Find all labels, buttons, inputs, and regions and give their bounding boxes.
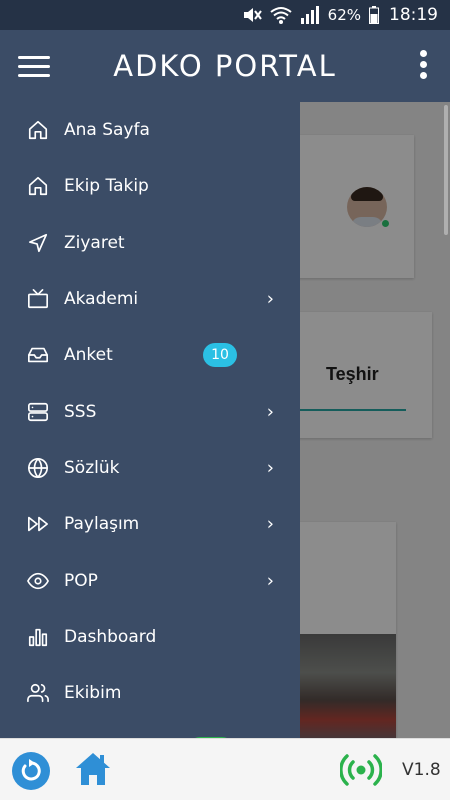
refresh-icon: [21, 759, 41, 781]
drawer-item-label: Ekibim: [64, 683, 122, 704]
inbox-icon: [26, 343, 50, 367]
drawer-item-ana-sayfa[interactable]: Ana Sayfa: [0, 102, 300, 158]
app-version: V1.8: [402, 760, 441, 780]
drawer-item-label: Ana Sayfa: [64, 120, 150, 141]
server-icon: [26, 400, 50, 424]
home-button[interactable]: [74, 751, 112, 787]
battery-percent: 62%: [327, 6, 361, 24]
wifi-icon: [270, 6, 292, 24]
drawer-item-label: Ekip Takip: [64, 176, 149, 197]
drawer-item-ekip-takip[interactable]: Ekip Takip: [0, 158, 300, 214]
drawer-item-partial[interactable]: [0, 721, 300, 738]
refresh-button[interactable]: [12, 752, 50, 790]
tv-icon: [26, 287, 50, 311]
navigation-icon: [26, 231, 50, 255]
more-options-icon[interactable]: [420, 50, 428, 80]
drawer-item-akademi[interactable]: Akademi ›: [0, 271, 300, 327]
signal-strength-icon: [300, 6, 320, 24]
drawer-item-label: SSS: [64, 401, 97, 422]
drawer-item-sozluk[interactable]: Sözlük ›: [0, 440, 300, 496]
chevron-right-icon: ›: [266, 570, 274, 592]
battery-icon: [369, 6, 379, 24]
notification-badge: 10: [203, 343, 237, 368]
app-header: ADKO PORTAL: [0, 30, 450, 102]
clock: 18:19: [389, 5, 438, 25]
app-title: ADKO PORTAL: [113, 49, 337, 83]
fast-forward-icon: [26, 512, 50, 536]
drawer-item-ekibim[interactable]: Ekibim: [0, 665, 300, 721]
eye-icon: [26, 569, 50, 593]
drawer-item-label: POP: [64, 570, 98, 591]
drawer-item-label: Dashboard: [64, 626, 157, 647]
drawer-item-label: Ziyaret: [64, 232, 125, 253]
chevron-right-icon: ›: [266, 288, 274, 310]
menu-icon[interactable]: [18, 56, 50, 78]
drawer-item-label: Anket: [64, 345, 113, 366]
home-icon: [26, 118, 50, 142]
bottom-bar: V1.8: [0, 738, 450, 800]
users-icon: [26, 681, 50, 705]
drawer-item-ziyaret[interactable]: Ziyaret: [0, 215, 300, 271]
drawer-item-label: Sözlük: [64, 457, 120, 478]
drawer-item-sss[interactable]: SSS ›: [0, 383, 300, 439]
chevron-right-icon: ›: [266, 401, 274, 423]
bar-chart-icon: [26, 625, 50, 649]
chevron-right-icon: ›: [266, 513, 274, 535]
navigation-drawer: Ana Sayfa Ekip Takip Ziyaret Akademi › A…: [0, 102, 300, 738]
home-icon: [76, 753, 110, 785]
drawer-item-anket[interactable]: Anket 10: [0, 327, 300, 383]
drawer-item-label: Akademi: [64, 289, 139, 310]
drawer-item-dashboard[interactable]: Dashboard: [0, 609, 300, 665]
drawer-item-label: Paylaşım: [64, 514, 140, 535]
connection-status-icon: [339, 753, 383, 787]
drawer-item-pop[interactable]: POP ›: [0, 552, 300, 608]
status-bar: 62% 18:19: [0, 0, 450, 30]
drawer-item-paylasim[interactable]: Paylaşım ›: [0, 496, 300, 552]
home-icon: [26, 174, 50, 198]
mute-icon: [242, 6, 262, 24]
globe-icon: [26, 456, 50, 480]
chevron-right-icon: ›: [266, 457, 274, 479]
scrollbar[interactable]: [444, 105, 448, 235]
